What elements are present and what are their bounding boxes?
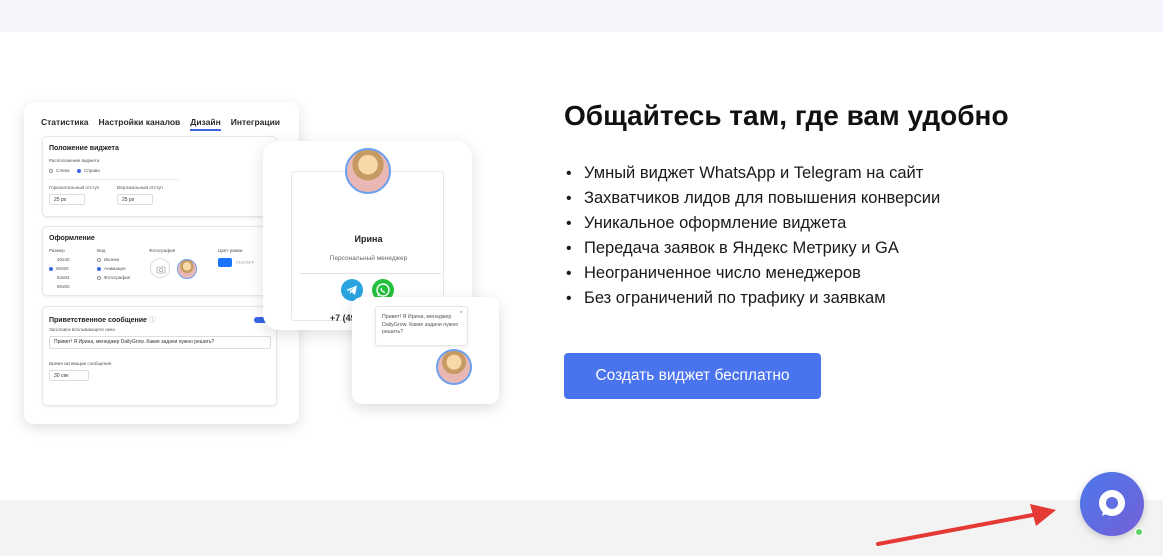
chat-message: Привет! Я Ирина, менеджер DailyGrow. Как… (382, 314, 459, 336)
radio-icon (49, 168, 53, 173)
welcome-card-title-text: Приветственное сообщение (49, 317, 147, 324)
view-option: Иконки (97, 257, 119, 262)
create-widget-button[interactable]: Создать виджет бесплатно (564, 353, 821, 399)
size-option-selected: 50x50 (49, 266, 69, 271)
radio-selected-icon (49, 266, 53, 271)
divider (49, 179, 179, 180)
popup-title-field: Привет! Я Ирина, менеджер DailyGrow. Как… (49, 336, 271, 349)
option-left-label: Слева (56, 168, 70, 173)
v-offset-field: 25 px (117, 194, 153, 205)
radio-icon (97, 257, 101, 262)
activation-field: 30 сек (49, 370, 89, 381)
size-label: Размер (49, 248, 65, 253)
chat-widget-button[interactable] (1080, 472, 1144, 536)
position-label: Расположение виджета (49, 158, 100, 163)
settings-panel: Статистика Настройки каналов Дизайн Инте… (24, 102, 299, 424)
view-label: Вид (97, 248, 106, 253)
feature-item: Неограниченное число менеджеров (566, 261, 940, 286)
feature-item: Без ограничений по трафику и заявкам (566, 286, 940, 311)
photo-thumbnail (177, 259, 197, 279)
close-icon: × (459, 310, 463, 316)
frame-color-label: Цвет рамки (218, 248, 243, 253)
option-right-label: Справа (84, 168, 100, 173)
design-card: Оформление Размер 40x40 50x50 64x64 80x8… (42, 226, 277, 296)
welcome-card-title: Приветственное сообщение ⓘ (49, 315, 156, 325)
popup-title-label: Заголовок всплывающего окна (49, 327, 115, 332)
position-card-title: Положение виджета (49, 145, 119, 152)
chat-avatar (436, 349, 472, 385)
option-left: Слева (49, 168, 70, 173)
manager-name: Ирина (354, 234, 383, 244)
camera-icon (150, 258, 170, 278)
feature-item: Захватчиков лидов для повышения конверси… (566, 186, 940, 211)
size-option-label: 50x50 (56, 266, 69, 271)
chat-popup: Привет! Я Ирина, менеджер DailyGrow. Как… (352, 297, 499, 404)
view-option-selected: Анимация (97, 266, 126, 271)
divider (300, 273, 441, 274)
online-status-dot (1135, 528, 1143, 536)
view-option-label: Анимация (104, 266, 126, 271)
settings-tabs: Статистика Настройки каналов Дизайн Инте… (41, 117, 280, 131)
info-icon: ⓘ (148, 317, 156, 324)
tab-integrations: Интеграции (230, 117, 281, 127)
arrow-icon (876, 504, 1056, 546)
chat-bubble: Привет! Я Ирина, менеджер DailyGrow. Как… (375, 306, 468, 346)
tab-statistics: Статистика (41, 117, 89, 127)
design-card-title: Оформление (49, 235, 95, 242)
view-option-label: Фотография (104, 275, 131, 280)
manager-avatar (345, 148, 391, 194)
size-option: 40x40 (57, 257, 70, 262)
h-offset-label: Горизонтальный отступ (49, 185, 100, 190)
size-option: 80x80 (57, 284, 70, 289)
tab-channel-settings: Настройки каналов (98, 117, 181, 127)
feature-item: Уникальное оформление виджета (566, 211, 940, 236)
h-offset-field: 25 px (49, 194, 85, 205)
position-card: Положение виджета Расположение виджета С… (42, 136, 277, 217)
frame-color-swatch (218, 258, 232, 267)
radio-icon (97, 275, 101, 280)
welcome-card: Приветственное сообщение ⓘ Заголовок всп… (42, 306, 277, 406)
photo-label: Фотография (149, 248, 176, 253)
option-right: Справа (77, 168, 100, 173)
manager-role: Персональный менеджер (329, 255, 408, 262)
tab-design: Дизайн (190, 117, 221, 131)
feature-item: Умный виджет WhatsApp и Telegram на сайт (566, 161, 940, 186)
top-band (0, 0, 1163, 32)
radio-selected-icon (77, 168, 81, 173)
v-offset-label: Вертикальный отступ (117, 185, 163, 190)
feature-list: Умный виджет WhatsApp и Telegram на сайт… (566, 161, 940, 311)
view-option-label: Иконки (104, 257, 120, 262)
activation-label: Время активации сообщения (49, 361, 112, 366)
frame-color-value: #1975FF (236, 260, 255, 265)
section-heading: Общайтесь там, где вам удобно (564, 100, 1009, 131)
feature-item: Передача заявок в Яндекс Метрику и GA (566, 236, 940, 261)
radio-selected-icon (97, 266, 101, 271)
chat-bubble-icon (1099, 490, 1125, 516)
size-option: 64x64 (57, 275, 70, 280)
view-option: Фотография (97, 275, 130, 280)
